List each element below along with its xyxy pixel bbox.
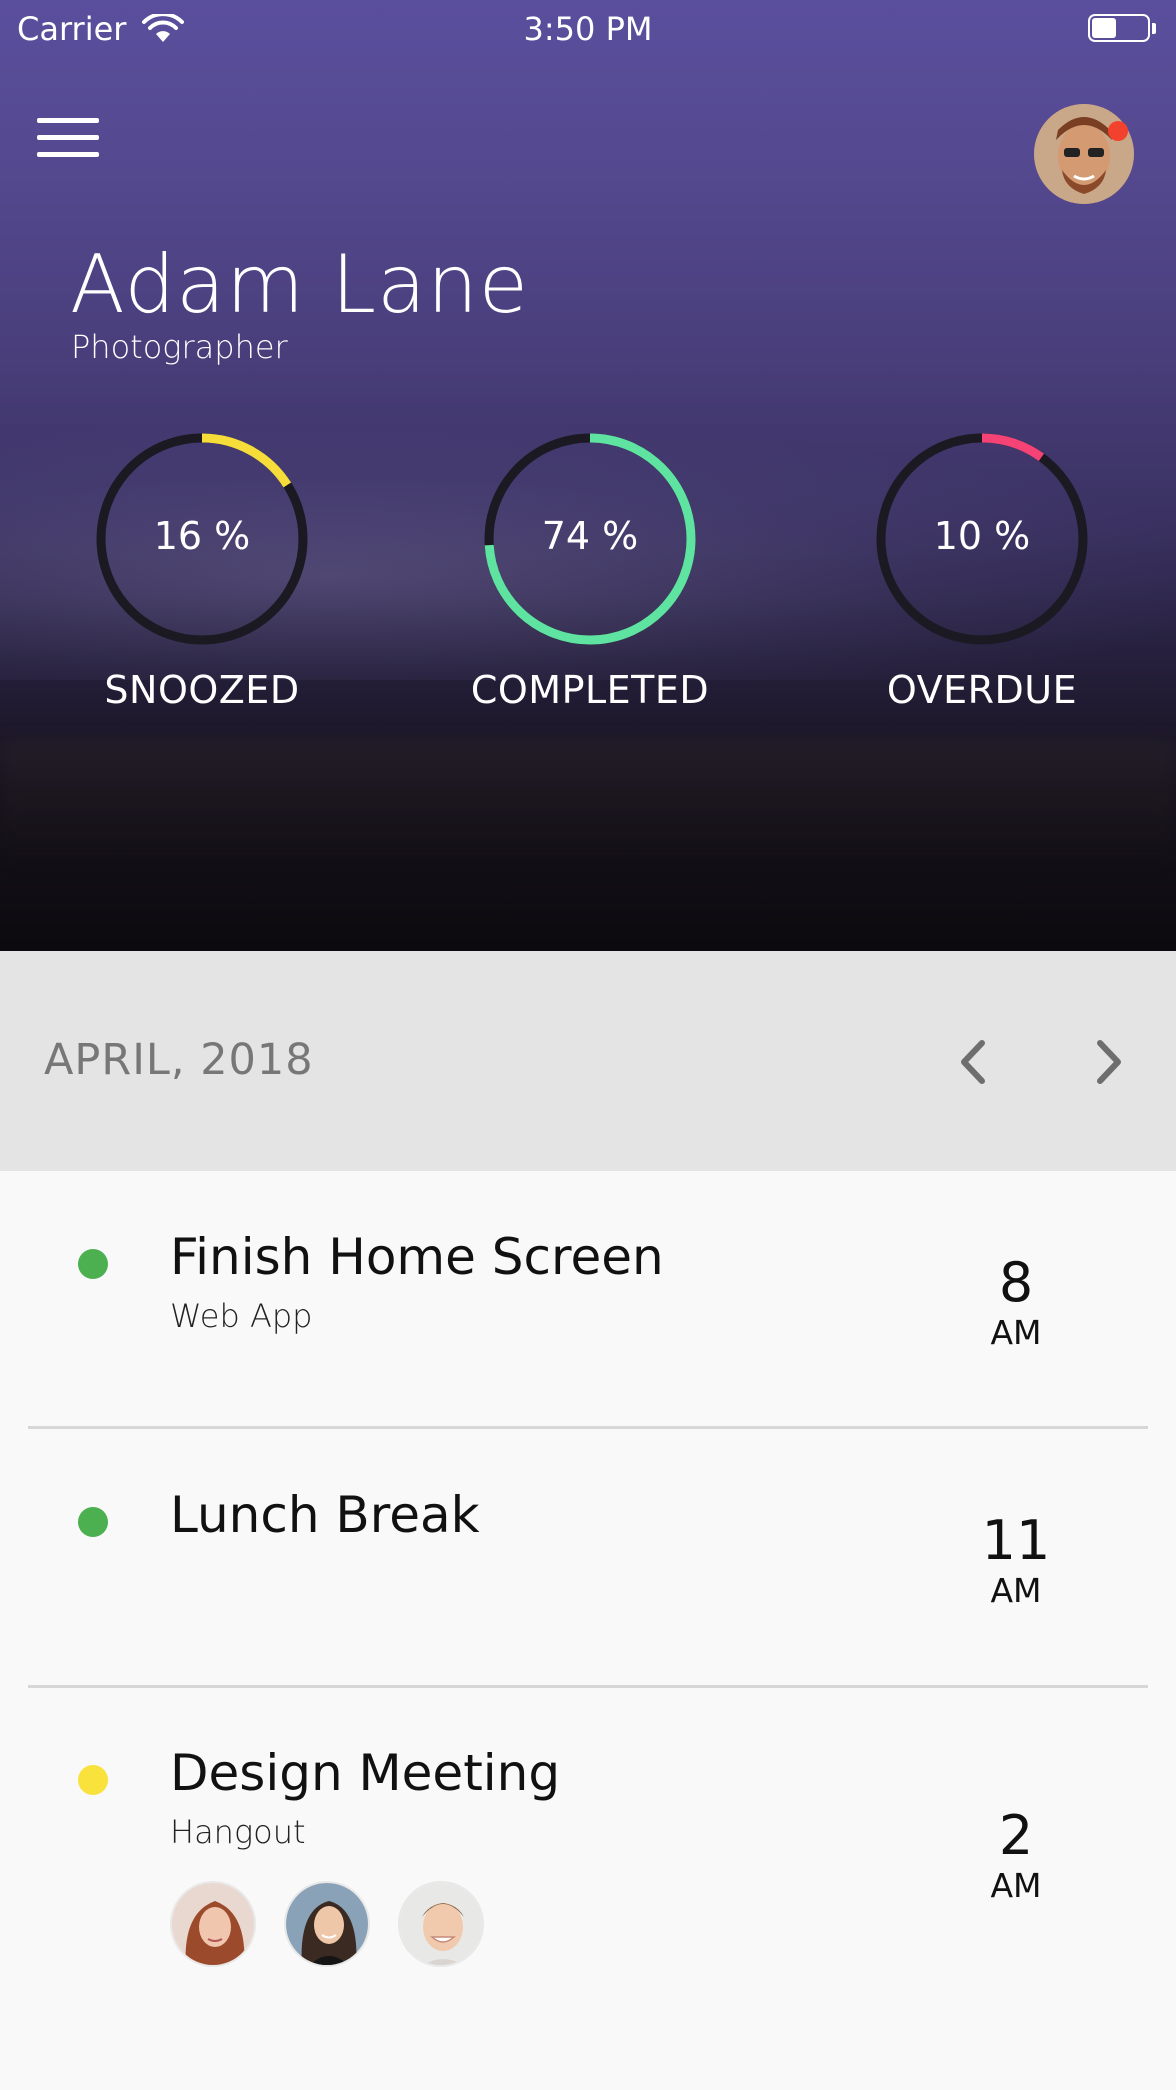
background-photo-treeline <box>0 740 1176 860</box>
avatar[interactable] <box>1034 104 1134 204</box>
event-hour: 11 <box>981 1509 1051 1572</box>
event-hour: 2 <box>998 1804 1034 1867</box>
status-time: 3:50 PM <box>523 10 653 48</box>
event-ampm: AM <box>990 1571 1042 1610</box>
event-ampm: AM <box>990 1866 1042 1905</box>
completed-percent: 74 % <box>541 514 639 558</box>
list-item[interactable]: Design Meeting Hangout 2 AM <box>0 1688 1176 2090</box>
avatar-photo <box>1034 104 1134 204</box>
status-dot <box>78 1249 108 1279</box>
event-title: Lunch Break <box>170 1486 480 1544</box>
month-label: APRIL, 2018 <box>44 1035 314 1085</box>
event-subtitle: Hangout <box>170 1813 306 1851</box>
overdue-percent: 10 % <box>933 514 1031 558</box>
attendee-avatar[interactable] <box>170 1881 256 1967</box>
list-item[interactable]: Finish Home Screen Web App 8 AM <box>0 1171 1176 1431</box>
profile-header: Carrier 3:50 PM Adam Lane Photographer 1… <box>0 0 1176 951</box>
status-dot <box>78 1765 108 1795</box>
attendee-avatar[interactable] <box>398 1881 484 1967</box>
chevron-left-icon[interactable] <box>948 1027 996 1097</box>
chevron-right-icon[interactable] <box>1086 1027 1134 1097</box>
completed-label: COMPLETED <box>470 668 710 712</box>
user-name: Adam Lane <box>70 238 529 331</box>
event-hour: 8 <box>998 1251 1034 1314</box>
notification-badge <box>1108 121 1128 141</box>
event-title: Design Meeting <box>170 1744 561 1802</box>
status-dot <box>78 1507 108 1537</box>
menu-icon[interactable] <box>37 118 99 158</box>
event-ampm: AM <box>990 1313 1042 1352</box>
event-subtitle: Web App <box>170 1297 313 1335</box>
overdue-label: OVERDUE <box>886 668 1078 712</box>
user-role: Photographer <box>71 328 288 366</box>
battery-icon <box>1088 14 1160 46</box>
snoozed-percent: 16 % <box>153 514 251 558</box>
snoozed-label: SNOOZED <box>104 668 300 712</box>
month-navigator: APRIL, 2018 <box>0 951 1176 1171</box>
attendee-avatar[interactable] <box>284 1881 370 1967</box>
event-title: Finish Home Screen <box>170 1228 664 1286</box>
list-item[interactable]: Lunch Break 11 AM <box>0 1429 1176 1687</box>
status-bar: Carrier 3:50 PM <box>0 0 1176 60</box>
